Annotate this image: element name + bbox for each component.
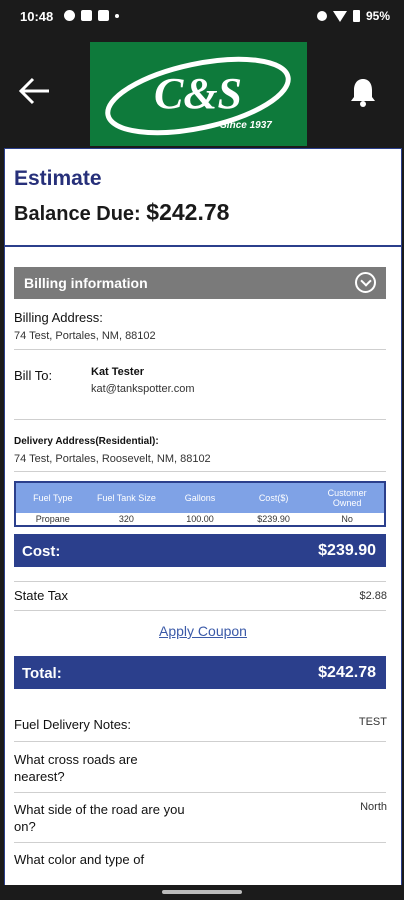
table-row: Propane 320 100.00 $239.90 No [16,513,384,525]
notification-icons [64,10,119,21]
cost-label: Cost: [22,543,61,560]
bill-to-label: Bill To: [14,368,53,383]
state-tax-value: $2.88 [359,590,387,602]
more-notifications-icon [115,13,119,18]
divider [14,842,386,843]
fuel-table: Fuel Type Fuel Tank Size Gallons Cost($)… [14,481,386,527]
divider [14,419,386,420]
back-arrow-icon[interactable] [18,76,52,106]
fuel-table-header-cell: Fuel Tank Size [96,493,156,503]
apply-coupon-link[interactable]: Apply Coupon [5,623,401,639]
notification-app-icon [64,10,75,21]
billing-information-label: Billing information [24,275,148,291]
home-indicator[interactable] [162,890,242,894]
divider [14,792,386,793]
total-bar: Total: $242.78 [14,656,386,689]
divider [5,245,401,247]
notification-bell-icon[interactable] [348,76,378,108]
delivery-address-label: Delivery Address(Residential): [14,436,159,447]
gmail-icon [81,10,92,21]
total-value: $242.78 [318,664,376,681]
status-time: 10:48 [20,9,54,24]
balance-due-value: $242.78 [146,199,230,225]
bill-to-email: kat@tankspotter.com [91,383,195,395]
company-logo: C&S Since 1937 [90,42,307,146]
battery-icon [352,10,360,22]
color-type-label: What color and type of [14,852,145,867]
contacts-icon [316,11,327,21]
fuel-table-header-cell: Fuel Type [33,493,73,503]
divider [14,610,386,611]
table-cell: No [341,514,353,524]
status-bar: 10:48 95% [0,0,404,34]
battery-percent: 95% [365,9,390,23]
fuel-table-header-cell: Customer Owned [327,488,367,508]
divider [14,581,386,582]
logo-text: C&S [154,69,242,118]
billing-address-value: 74 Test, Portales, NM, 88102 [14,330,156,342]
bill-to-name: Kat Tester [91,366,144,378]
estimate-content[interactable]: Estimate Balance Due: $242.78 Billing in… [4,148,402,885]
balance-due: Balance Due: $242.78 [14,199,229,226]
delivery-address-value: 74 Test, Portales, Roosevelt, NM, 88102 [14,453,211,465]
table-cell: Propane [35,514,70,524]
billing-information-header[interactable]: Billing information [14,267,386,299]
fuel-table-header-cell: Cost($) [258,493,289,503]
divider [14,741,386,742]
app-header: C&S Since 1937 [0,34,404,148]
divider [14,471,386,472]
table-cell: $239.90 [257,514,290,524]
logo-tagline: Since 1937 [220,120,272,131]
chevron-down-icon[interactable] [355,272,376,293]
cost-bar: Cost: $239.90 [14,534,386,567]
page-title: Estimate [14,167,102,190]
fuel-delivery-notes-label: Fuel Delivery Notes: [14,717,132,732]
fuel-table-header: Fuel Type Fuel Tank Size Gallons Cost($)… [16,483,384,513]
total-label: Total: [22,665,62,682]
logo-graphic: C&S Since 1937 [105,56,291,136]
gmail-icon [98,10,109,21]
road-side-label: What side of the road are you on? [14,802,185,834]
fuel-table-header-cell: Gallons [184,493,216,503]
state-tax-label: State Tax [14,588,68,603]
fuel-delivery-notes-value: TEST [358,716,387,728]
road-side-value[interactable]: North [360,801,387,813]
cross-roads-label: What cross roads are nearest? [14,752,138,784]
billing-address-label: Billing Address: [14,310,103,325]
balance-due-label: Balance Due: [14,203,141,225]
divider [14,349,386,350]
system-icons: 95% [316,9,390,23]
cost-value: $239.90 [318,542,376,559]
table-cell: 100.00 [186,514,214,524]
wifi-icon [332,10,347,22]
table-cell: 320 [118,514,134,524]
